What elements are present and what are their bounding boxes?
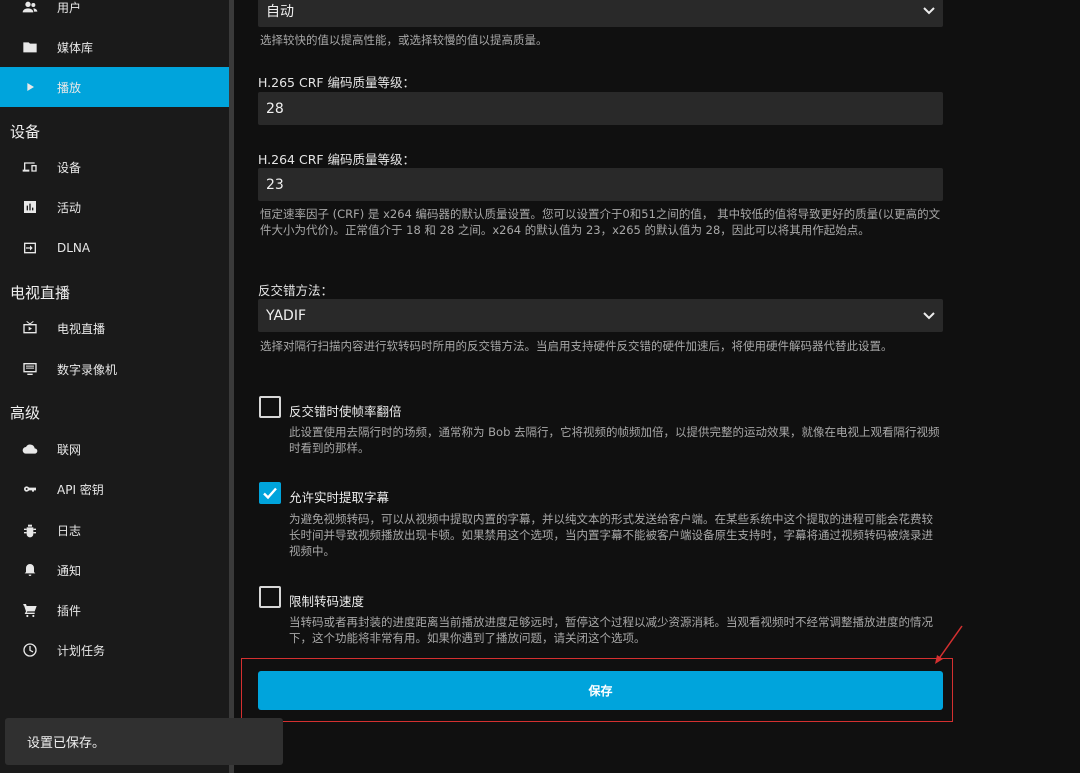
h264-crf-label: H.264 CRF 编码质量等级： [258, 152, 416, 167]
sidebar-item-activity[interactable]: 活动 [0, 187, 229, 227]
double-rate-checkbox[interactable] [259, 396, 281, 418]
sidebar-item-library[interactable]: 媒体库 [0, 27, 229, 67]
sidebar-item-notifications[interactable]: 通知 [0, 550, 229, 590]
sidebar-item-label: 计划任务 [57, 643, 106, 658]
sidebar-item-networking[interactable]: 联网 [0, 429, 229, 469]
play-icon [20, 77, 40, 97]
encoding-preset-help: 选择较快的值以提高性能，或选择较慢的值以提高质量。 [260, 33, 548, 47]
cloud-icon [20, 439, 40, 459]
annotation-arrow-icon [935, 625, 963, 664]
sidebar-item-label: DLNA [57, 241, 91, 255]
sidebar-item-label: 联网 [57, 442, 82, 457]
double-rate-label[interactable]: 反交错时使帧率翻倍 [289, 401, 402, 420]
encoding-preset-select[interactable]: 自动 [258, 0, 943, 27]
section-header-live-tv: 电视直播 [10, 284, 71, 302]
folder-icon [20, 37, 40, 57]
deinterlace-method-value: YADIF [266, 307, 307, 324]
sidebar-item-label: 插件 [57, 603, 82, 618]
toast-notification: 设置已保存。 [5, 718, 283, 765]
app-window: 用户 媒体库 播放 设备 设备 活动 DLNA 电视直播 电视直播 数字录像机 … [0, 0, 1080, 773]
throttle-transcoding-help: 当转码或者再封装的进度距离当前播放进度足够远时，暂停这个过程以减少资源消耗。当观… [289, 615, 933, 645]
section-header-advanced: 高级 [10, 404, 41, 422]
dlna-icon [20, 238, 40, 258]
key-icon [20, 479, 40, 499]
sidebar-item-label: 播放 [57, 80, 82, 95]
sidebar-item-label: API 密钥 [57, 482, 104, 497]
sidebar-item-users[interactable]: 用户 [0, 0, 229, 27]
bell-icon [20, 560, 40, 580]
double-rate-help: 此设置使用去隔行时的场频，通常称为 Bob 去隔行，它将视频的帧频加倍，以提供完… [289, 425, 940, 455]
sidebar-item-label: 设备 [57, 160, 82, 175]
sidebar-item-scheduled-tasks[interactable]: 计划任务 [0, 630, 229, 670]
activity-icon [20, 197, 40, 217]
chevron-down-icon [921, 307, 937, 323]
users-icon [20, 0, 40, 17]
toast-message: 设置已保存。 [27, 736, 106, 751]
sidebar-item-label: 数字录像机 [57, 362, 118, 377]
live-tv-icon [20, 318, 40, 338]
sidebar-item-plugins[interactable]: 插件 [0, 590, 229, 630]
deinterlace-method-select[interactable]: YADIF [258, 299, 943, 332]
chevron-down-icon [921, 2, 937, 18]
throttle-transcoding-checkbox[interactable] [259, 586, 281, 608]
sidebar-item-label: 电视直播 [57, 321, 106, 336]
sidebar-item-api-keys[interactable]: API 密钥 [0, 469, 229, 509]
extract-subtitles-checkbox[interactable] [259, 482, 281, 504]
sidebar-item-label: 日志 [57, 523, 82, 538]
sidebar-item-dlna[interactable]: DLNA [0, 228, 229, 268]
throttle-transcoding-label[interactable]: 限制转码速度 [289, 591, 364, 610]
sidebar-item-logs[interactable]: 日志 [0, 510, 229, 550]
encoding-preset-value: 自动 [266, 3, 294, 20]
sidebar-item-devices[interactable]: 设备 [0, 147, 229, 187]
extract-subtitles-help: 为避免视频转码，可以从视频中提取内置的字幕，并以纯文本的形式发送给客户端。在某些… [289, 512, 933, 558]
sidebar-item-dvr[interactable]: 数字录像机 [0, 349, 229, 389]
h264-crf-input[interactable]: 23 [258, 168, 943, 201]
sidebar-item-playback[interactable]: 播放 [0, 67, 229, 107]
deinterlace-help: 选择对隔行扫描内容进行软转码时所用的反交错方法。当启用支持硬件反交错的硬件加速后… [260, 339, 893, 353]
bug-icon [20, 520, 40, 540]
sidebar-item-label: 活动 [57, 200, 82, 215]
extract-subtitles-label[interactable]: 允许实时提取字幕 [289, 487, 389, 506]
sidebar-item-label: 用户 [57, 0, 82, 15]
save-button[interactable]: 保存 [258, 671, 943, 710]
sidebar-item-live-tv[interactable]: 电视直播 [0, 308, 229, 348]
h265-crf-label: H.265 CRF 编码质量等级： [258, 75, 416, 90]
h265-crf-value: 28 [266, 100, 284, 117]
deinterlace-label: 反交错方法： [258, 283, 334, 298]
h264-crf-value: 23 [266, 176, 284, 193]
sidebar: 用户 媒体库 播放 设备 设备 活动 DLNA 电视直播 电视直播 数字录像机 … [0, 0, 229, 773]
h265-crf-input[interactable]: 28 [258, 92, 943, 125]
checkmark-icon [263, 487, 277, 500]
clock-icon [20, 640, 40, 660]
section-header-devices: 设备 [10, 123, 41, 141]
cart-icon [20, 600, 40, 620]
sidebar-item-label: 通知 [57, 563, 82, 578]
dvr-icon [20, 359, 40, 379]
devices-icon [20, 157, 40, 177]
playback-settings-form: 自动 选择较快的值以提高性能，或选择较慢的值以提高质量。 H.265 CRF 编… [234, 0, 1080, 773]
h264-crf-help: 恒定速率因子 (CRF) 是 x264 编码器的默认质量设置。您可以设置介于0和… [260, 207, 941, 237]
sidebar-item-label: 媒体库 [57, 40, 94, 55]
